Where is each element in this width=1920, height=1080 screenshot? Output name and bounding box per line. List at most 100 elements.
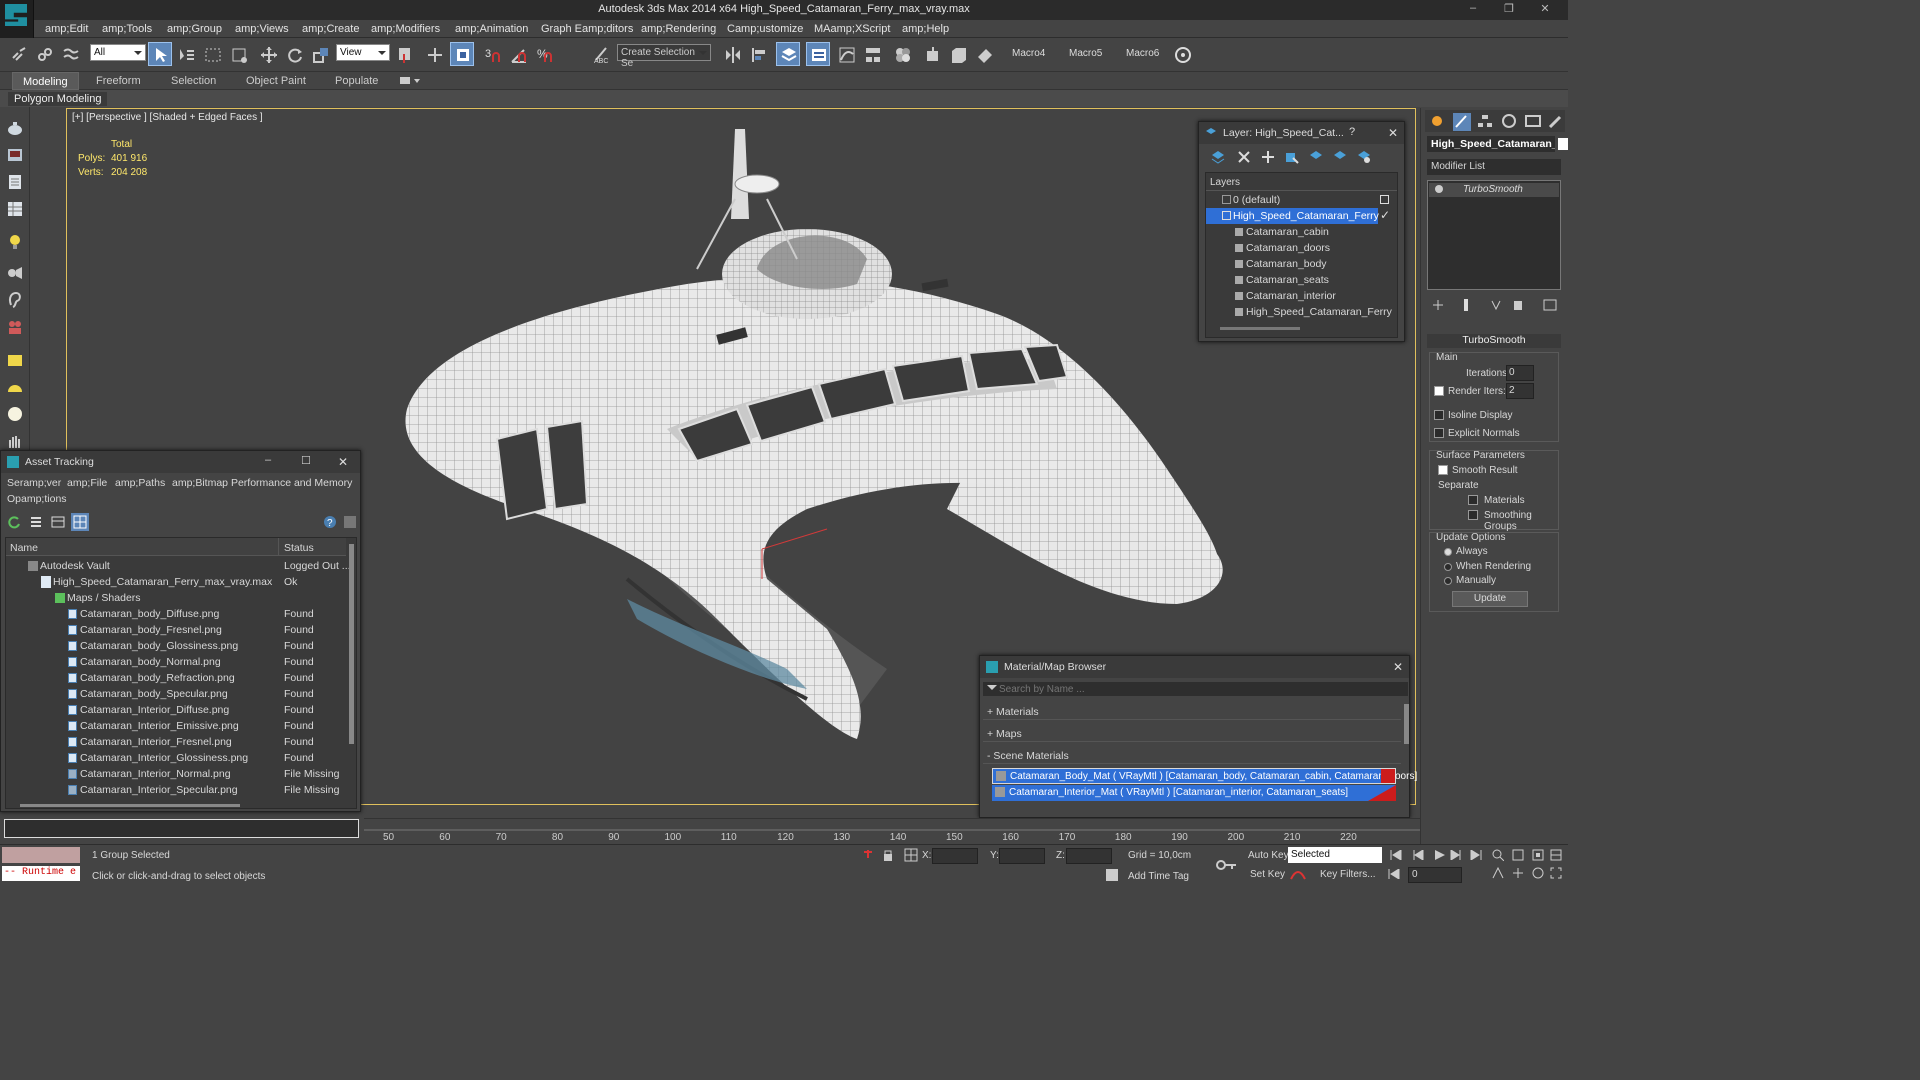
macro6-button[interactable]: Macro6	[1126, 48, 1159, 59]
previous-frame-icon[interactable]	[1412, 849, 1424, 863]
edit-named-selection-icon[interactable]: ABC	[588, 42, 612, 66]
asset-minimize-icon[interactable]: –	[265, 454, 271, 466]
table-row[interactable]: Maps / Shaders	[6, 590, 346, 606]
hand-icon[interactable]	[6, 432, 24, 450]
menu-graph-editors[interactable]: Graph Eamp;ditors	[541, 23, 633, 35]
menu-create[interactable]: amp;Create	[302, 23, 359, 35]
material-item-body[interactable]: Catamaran_Body_Mat ( VRayMtl ) [Catamara…	[992, 768, 1417, 784]
table-row[interactable]: Catamaran_Interior_Normal.png File Missin…	[6, 766, 346, 782]
table-row[interactable]: Autodesk Vault Logged Out ...	[6, 558, 351, 574]
configure-modifier-sets-icon[interactable]	[1543, 298, 1557, 315]
turbosmooth-modifier-label[interactable]: TurboSmooth	[1463, 184, 1523, 195]
macro5-button[interactable]: Macro5	[1069, 48, 1102, 59]
hide-all-layers-icon[interactable]	[1333, 150, 1347, 167]
modifier-stack-item[interactable]: TurboSmooth	[1429, 183, 1559, 197]
schematic-view-icon[interactable]	[860, 42, 884, 66]
menu-rendering[interactable]: amp;Rendering	[641, 23, 716, 35]
table-row[interactable]: Catamaran_body_Diffuse.png Found	[6, 606, 346, 622]
snaps-toggle-icon[interactable]: 3	[480, 42, 504, 66]
auto-key-button[interactable]: Auto Key	[1248, 850, 1289, 861]
highlight-selected-layer-icon[interactable]	[1309, 150, 1323, 167]
select-and-rotate-icon[interactable]	[282, 42, 306, 66]
add-time-tag-icon[interactable]	[1106, 869, 1118, 881]
people-icon[interactable]	[6, 318, 24, 336]
render-iters-input[interactable]: 2	[1506, 383, 1534, 399]
table-row[interactable]: Catamaran_body_Specular.png Found	[6, 686, 346, 702]
go-to-start-icon[interactable]	[1390, 849, 1402, 863]
search-input[interactable]	[999, 682, 1407, 696]
layer-object-catamaran-body[interactable]: Catamaran_body	[1206, 256, 1397, 272]
table-row[interactable]: High_Speed_Catamaran_Ferry_max_vray.max O…	[6, 574, 346, 590]
layers-column-header[interactable]: Layers	[1210, 177, 1240, 188]
material-browser-close-icon[interactable]: ✕	[1393, 660, 1403, 674]
minimize-button[interactable]: –	[1462, 2, 1484, 18]
select-manipulate-icon[interactable]	[422, 42, 446, 66]
asset-hscrollbar[interactable]	[20, 804, 240, 807]
maps-section[interactable]: + Maps	[983, 726, 1401, 742]
scene-materials-section[interactable]: - Scene Materials	[983, 748, 1401, 764]
menu-customize[interactable]: Camp;ustomize	[727, 23, 803, 35]
pin-icon[interactable]	[862, 848, 874, 865]
asset-menu-file[interactable]: amp;File	[67, 477, 107, 489]
set-key-button[interactable]: Set Key	[1250, 869, 1285, 880]
hierarchy-tab-icon[interactable]	[1477, 113, 1493, 132]
modifier-list-select[interactable]: Modifier List	[1427, 159, 1561, 175]
go-to-end-icon[interactable]	[1470, 849, 1482, 863]
lock-icon[interactable]	[882, 848, 894, 865]
maxscript-mini-listener[interactable]: -- Runtime e	[2, 866, 80, 881]
layer-item-default[interactable]: 0 (default)	[1206, 192, 1397, 208]
percent-snap-icon[interactable]: %	[532, 42, 556, 66]
teapot-icon[interactable]	[6, 119, 24, 137]
refresh-icon[interactable]	[7, 515, 21, 532]
current-layer-checkbox[interactable]	[1380, 195, 1389, 204]
select-and-scale-icon[interactable]	[308, 42, 332, 66]
timeline[interactable]: 50 60 70 80 90 100 110 120 130 140 150 160 170 180 190…	[364, 818, 1420, 843]
isoline-display-checkbox[interactable]	[1434, 410, 1444, 420]
object-color-swatch[interactable]	[1558, 138, 1568, 150]
maximize-viewport-icon[interactable]	[1550, 867, 1562, 882]
asset-menu-server[interactable]: Seramp;ver	[7, 477, 61, 489]
asset-maximize-icon[interactable]: ☐	[301, 454, 311, 467]
update-always-radio[interactable]	[1444, 548, 1452, 556]
x-coordinate-input[interactable]	[932, 848, 978, 864]
menu-views[interactable]: amp;Views	[235, 23, 289, 35]
asset-menu-bitmap[interactable]: amp;Bitmap Performance and Memory	[172, 477, 352, 489]
zoom-icon[interactable]	[1492, 849, 1505, 864]
angle-snap-icon[interactable]	[506, 42, 530, 66]
key-mode-select[interactable]: Selected	[1288, 847, 1382, 863]
sphere-icon[interactable]	[6, 405, 24, 423]
ear-icon[interactable]	[6, 291, 24, 309]
iterations-input[interactable]: 0	[1506, 365, 1534, 381]
separate-materials-checkbox[interactable]	[1468, 495, 1478, 505]
explicit-normals-checkbox[interactable]	[1434, 428, 1444, 438]
material-browser-scrollbar[interactable]	[1404, 704, 1409, 744]
help-icon[interactable]: ?	[323, 515, 337, 532]
menu-modifiers[interactable]: amp;Modifiers	[371, 23, 440, 35]
macro4-button[interactable]: Macro4	[1012, 48, 1045, 59]
set-key-curve-icon[interactable]	[1290, 867, 1306, 884]
rectangular-selection-icon[interactable]	[200, 42, 224, 66]
select-object-icon[interactable]	[148, 42, 172, 66]
pan-view-icon[interactable]	[1512, 867, 1524, 882]
separate-smoothing-groups-checkbox[interactable]	[1468, 510, 1478, 520]
menu-group[interactable]: amp;Group	[167, 23, 222, 35]
grid-view-icon[interactable]	[71, 513, 89, 531]
add-to-layer-icon[interactable]	[1261, 150, 1275, 167]
unlink-icon[interactable]	[32, 42, 56, 66]
create-tab-icon[interactable]	[1429, 113, 1445, 132]
search-options-icon[interactable]	[987, 685, 997, 695]
named-selection-set-select[interactable]: Create Selection Se	[617, 44, 711, 69]
col-name-header[interactable]: Name	[10, 542, 38, 554]
keyboard-shortcut-override-icon[interactable]	[450, 42, 474, 66]
col-divider[interactable]	[278, 538, 279, 556]
pivot-center-icon[interactable]	[392, 42, 416, 66]
play-icon[interactable]	[1434, 850, 1446, 863]
tab-freeform[interactable]: Freeform	[86, 72, 151, 90]
layer-object-catamaran-doors[interactable]: Catamaran_doors	[1206, 240, 1397, 256]
light-bulb-icon[interactable]	[6, 233, 24, 251]
table-row[interactable]: Catamaran_body_Fresnel.png Found	[6, 622, 346, 638]
remove-modifier-icon[interactable]	[1511, 298, 1525, 315]
zoom-all-icon[interactable]	[1512, 849, 1524, 864]
align-icon[interactable]	[746, 42, 770, 66]
tab-object-paint[interactable]: Object Paint	[236, 72, 316, 90]
